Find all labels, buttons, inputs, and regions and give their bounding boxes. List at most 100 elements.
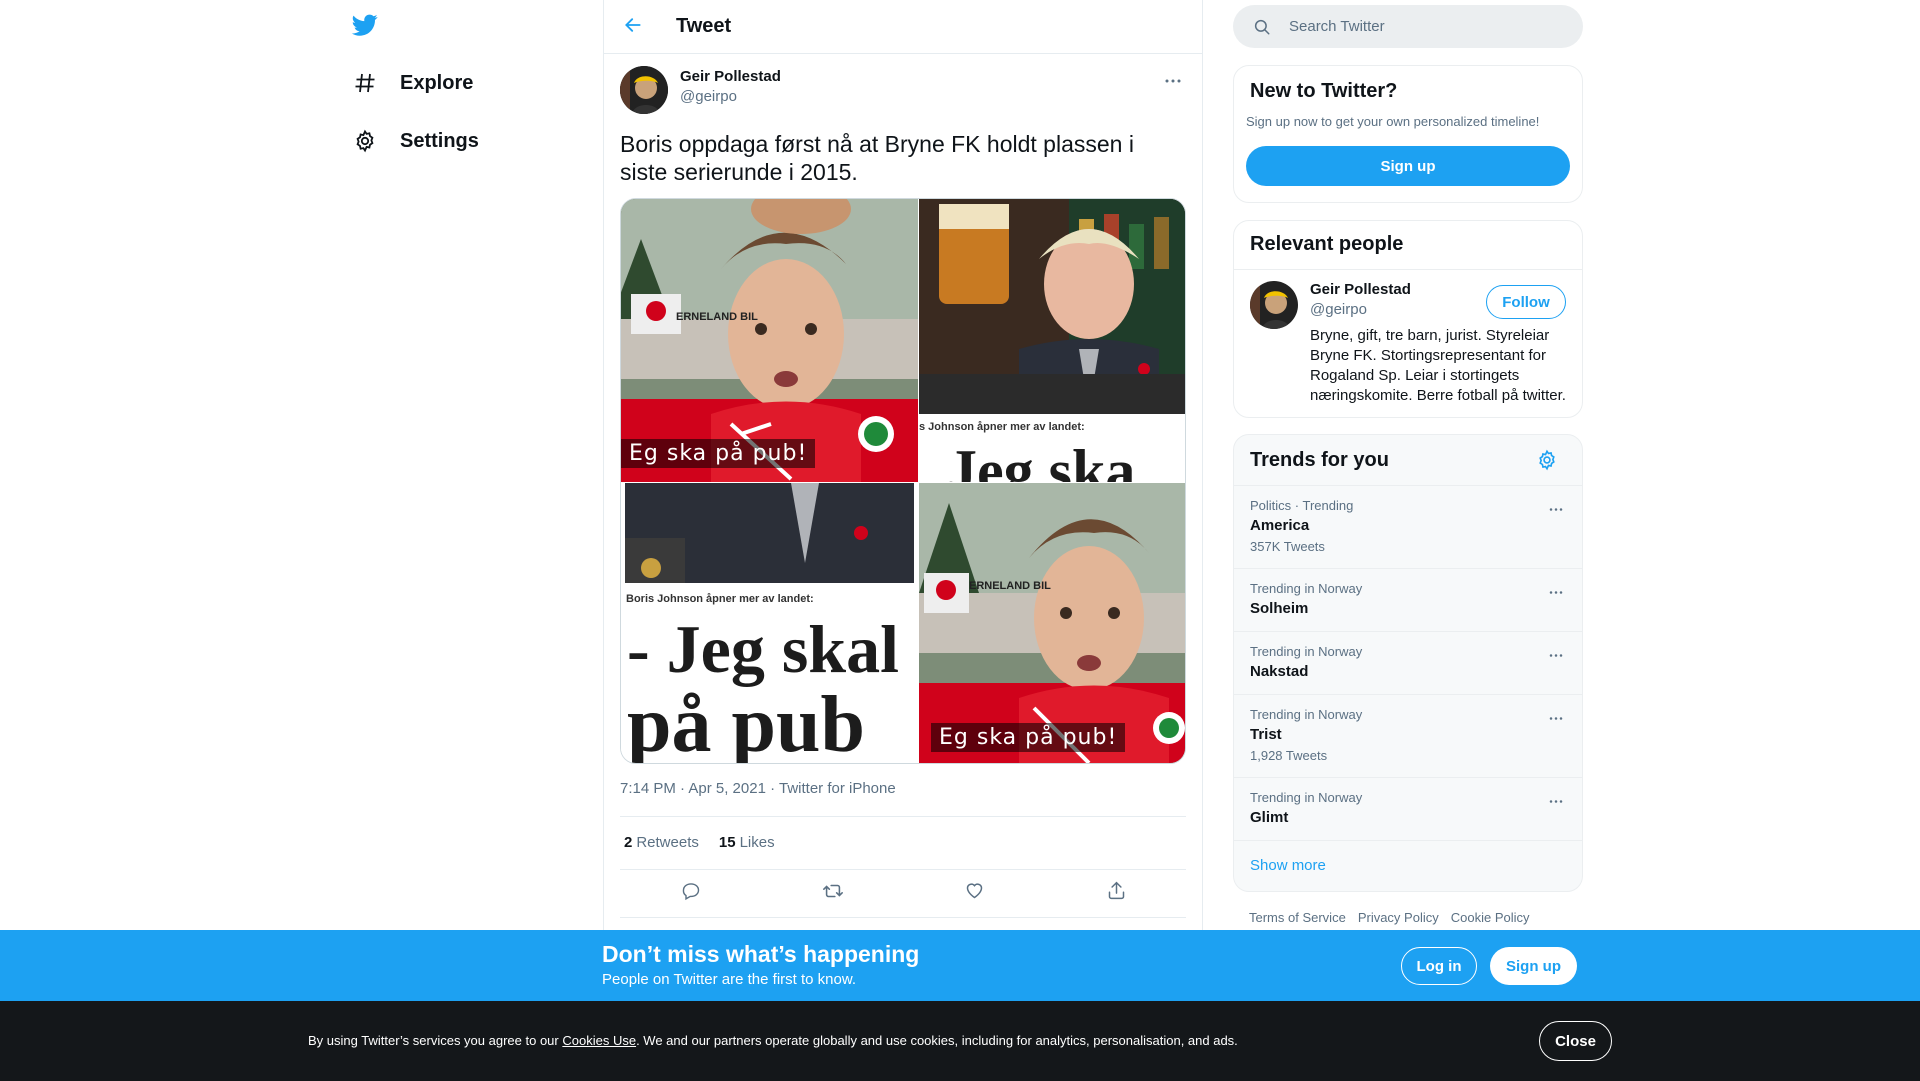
trend-more-button[interactable]	[1546, 500, 1566, 516]
trend-name: Trist	[1250, 726, 1282, 743]
banner-text: ERNELAND BIL	[676, 311, 758, 323]
new-to-twitter-card: New to Twitter? Sign up now to get your …	[1233, 65, 1583, 203]
more-options-button[interactable]	[1160, 70, 1186, 90]
ellipsis-icon	[1548, 645, 1564, 663]
trends-card: Trends for you Politics · Trending Ameri…	[1233, 434, 1583, 892]
tweet-timestamp[interactable]: 7:14 PM · Apr 5, 2021 · Twitter for iPho…	[620, 780, 896, 797]
relevant-people-card: Relevant people Geir Pollestad @geirpo F…	[1233, 220, 1583, 418]
signup-button[interactable]: Sign up	[1490, 947, 1577, 985]
trend-more-button[interactable]	[1546, 709, 1566, 725]
trend-name: Glimt	[1250, 809, 1289, 826]
media-caption: Eg ska på pub!	[621, 439, 816, 468]
gear-icon	[1536, 449, 1558, 475]
person-bio: Bryne, gift, tre barn, jurist. Styreleia…	[1310, 327, 1566, 404]
tweet-header: Tweet	[604, 0, 1202, 54]
nav-item-settings[interactable]: Settings	[352, 121, 479, 161]
share-icon	[1106, 880, 1127, 906]
banner-text: ERNELAND BIL	[969, 580, 1051, 592]
ellipsis-icon	[1548, 499, 1564, 517]
card-title: New to Twitter?	[1250, 80, 1398, 102]
signup-button[interactable]: Sign up	[1246, 146, 1570, 186]
page-title: Tweet	[676, 15, 732, 37]
likes-label: Likes	[739, 834, 775, 851]
nav-label: Explore	[400, 71, 474, 94]
reply-button[interactable]	[678, 880, 704, 906]
banner-subheading: People on Twitter are the first to know.	[602, 971, 857, 988]
cookies-use-link[interactable]: Cookies Use	[562, 1033, 636, 1048]
retweet-icon	[822, 880, 844, 907]
divider	[1234, 269, 1582, 270]
trend-name: Solheim	[1250, 600, 1309, 617]
show-more-row: Show more	[1234, 840, 1582, 891]
tweet-media-grid[interactable]: ERNELAND BIL Eg ska på pub! s Johnson åp…	[620, 198, 1186, 764]
trend-item[interactable]: Trending in Norway Nakstad	[1234, 631, 1582, 694]
trend-context: Trending in Norway	[1250, 644, 1363, 659]
media-tile-fan-bottom[interactable]: ERNELAND BIL Eg ska på pub!	[919, 483, 1185, 763]
person-name[interactable]: Geir Pollestad	[1310, 281, 1411, 298]
person-handle[interactable]: @geirpo	[1310, 301, 1367, 318]
headline-small: s Johnson åpner mer av landet:	[919, 421, 1085, 433]
twitter-bird-icon[interactable]	[350, 12, 380, 38]
trend-more-button[interactable]	[1546, 646, 1566, 662]
arrow-left-icon	[623, 15, 643, 40]
author-name[interactable]: Geir Pollestad	[680, 68, 781, 85]
avatar[interactable]	[620, 66, 668, 114]
retweets-stat[interactable]: 2 Retweets	[624, 834, 699, 851]
cookie-banner: By using Twitter’s services you agree to…	[0, 1001, 1920, 1081]
twitter-page: Explore Settings Tweet Geir Pollestad @g…	[0, 0, 1920, 1081]
cookie-policy-link[interactable]: Cookie Policy	[1451, 910, 1530, 925]
reply-icon	[681, 881, 701, 906]
terms-link[interactable]: Terms of Service	[1249, 910, 1346, 925]
author-handle[interactable]: @geirpo	[680, 88, 737, 105]
follow-button[interactable]: Follow	[1486, 285, 1566, 319]
trend-item[interactable]: Trending in Norway Trist 1,928 Tweets	[1234, 694, 1582, 777]
divider	[620, 869, 1186, 870]
cookie-close-button[interactable]: Close	[1539, 1021, 1612, 1061]
ellipsis-icon	[1164, 71, 1182, 89]
retweets-label: Retweets	[636, 834, 699, 851]
trend-context: Trending in Norway	[1250, 790, 1363, 805]
trend-count: 357K Tweets	[1250, 539, 1325, 554]
retweet-button[interactable]	[820, 880, 846, 906]
like-button[interactable]	[961, 880, 987, 906]
trends-settings-button[interactable]	[1536, 449, 1558, 471]
trend-more-button[interactable]	[1546, 792, 1566, 808]
search-icon	[1253, 18, 1271, 36]
ellipsis-icon	[1548, 708, 1564, 726]
trend-context: Trending in Norway	[1250, 581, 1363, 596]
trend-context: Trending in Norway	[1250, 707, 1363, 722]
media-tile-fan-top[interactable]: ERNELAND BIL Eg ska på pub!	[621, 199, 918, 482]
signup-banner: Don’t miss what’s happening People on Tw…	[0, 930, 1920, 1001]
divider	[620, 816, 1186, 817]
trend-item[interactable]: Politics · Trending America 357K Tweets	[1234, 485, 1582, 568]
likes-count: 15	[718, 834, 736, 851]
search-box[interactable]	[1233, 5, 1583, 48]
footer-links: Terms of Service Privacy Policy Cookie P…	[1249, 910, 1530, 925]
trend-more-button[interactable]	[1546, 583, 1566, 599]
login-button[interactable]: Log in	[1401, 947, 1477, 985]
trend-item[interactable]: Trending in Norway Solheim	[1234, 568, 1582, 631]
media-tile-pub-top[interactable]: s Johnson åpner mer av landet: Jeg ska	[919, 199, 1185, 482]
media-tile-pub-bottom[interactable]: Boris Johnson åpner mer av landet: - Jeg…	[621, 483, 918, 763]
hashtag-icon	[352, 70, 378, 96]
card-subtitle: Sign up now to get your own personalized…	[1246, 114, 1540, 129]
divider	[620, 917, 1186, 918]
trend-item[interactable]: Trending in Norway Glimt	[1234, 777, 1582, 840]
privacy-link[interactable]: Privacy Policy	[1358, 910, 1439, 925]
card-title: Relevant people	[1250, 233, 1404, 255]
tweet-text: Boris oppdaga først nå at Bryne FK holdt…	[620, 131, 1134, 185]
retweets-count: 2	[624, 834, 633, 851]
avatar[interactable]	[1250, 281, 1298, 329]
cookie-text: By using Twitter’s services you agree to…	[308, 1033, 1238, 1048]
trend-name: Nakstad	[1250, 663, 1309, 680]
cookie-text-after: . We and our partners operate globally a…	[636, 1033, 1238, 1048]
nav-label: Settings	[400, 129, 479, 152]
show-more-link[interactable]: Show more	[1250, 857, 1326, 874]
share-button[interactable]	[1103, 880, 1129, 906]
back-button[interactable]	[621, 15, 645, 39]
tweet-stats: 2 Retweets 15 Likes	[624, 834, 775, 851]
trend-name: America	[1250, 517, 1310, 534]
nav-item-explore[interactable]: Explore	[352, 63, 473, 103]
search-input[interactable]	[1289, 5, 1569, 48]
likes-stat[interactable]: 15 Likes	[719, 834, 775, 851]
